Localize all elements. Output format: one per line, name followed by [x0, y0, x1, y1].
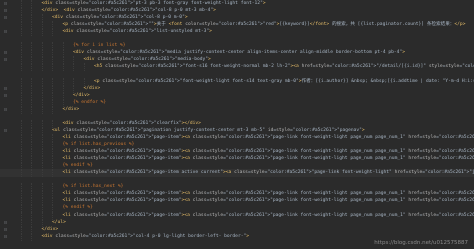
indent-guide — [31, 232, 32, 241]
code-text: <div class=style="color:#a5c261">"col-4 … — [41, 233, 250, 239]
watermark: https://blog.csdn.net/u012575887 — [374, 240, 468, 246]
fold-marker-icon[interactable]: ⊟ — [4, 233, 8, 241]
indent-guide — [20, 232, 22, 241]
code-editor[interactable]: ⊟ <div class=style="color:#a5c261">"pt-3 … — [0, 0, 474, 249]
